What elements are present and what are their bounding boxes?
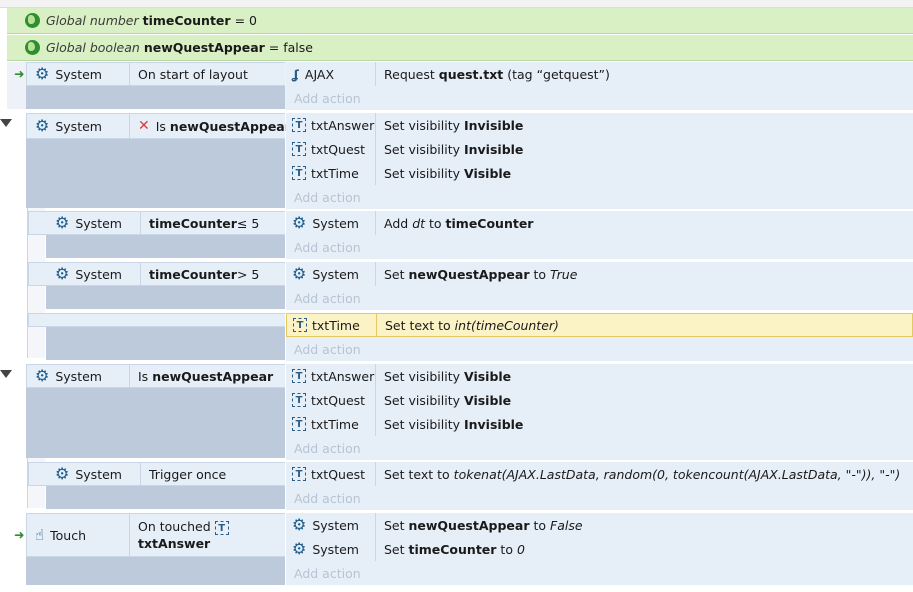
action-row[interactable]: ⚙ System Set timeCounter to 0 — [286, 537, 913, 561]
add-action-link[interactable]: Add action — [286, 86, 913, 110]
condition-spacer — [46, 486, 285, 509]
gear-icon: ⚙ — [292, 213, 307, 232]
text-object-icon: T — [293, 318, 307, 332]
condition-spacer — [26, 86, 285, 109]
gear-icon: ⚙ — [55, 213, 70, 232]
text-object-icon: T — [292, 142, 306, 156]
condition-row[interactable]: ⚙ System timeCounter > 5 — [28, 262, 285, 286]
add-action-link[interactable]: Add action — [286, 185, 913, 209]
text-object-icon: T — [292, 166, 306, 180]
condition-row[interactable]: ⚙ System timeCounter ≤ 5 — [28, 211, 285, 235]
action-row[interactable]: TtxtTime Set visibility Invisible — [286, 412, 913, 436]
condition-spacer — [26, 139, 285, 208]
action-row[interactable]: ⚙ System Set newQuestAppear to False — [286, 513, 913, 537]
action-row[interactable]: ʆ AJAX Request quest.txt (tag “getquest”) — [286, 62, 913, 86]
action-row[interactable]: TtxtTime Set visibility Visible — [286, 161, 913, 185]
add-action-link[interactable]: Add action — [286, 235, 913, 259]
condition-spacer — [46, 286, 285, 309]
condition-spacer — [26, 557, 285, 585]
action-row[interactable]: TtxtQuest Set visibility Visible — [286, 388, 913, 412]
action-row[interactable]: ⚙ System Add dt to timeCounter — [286, 211, 913, 235]
condition-row-empty[interactable] — [28, 313, 285, 327]
gear-icon: ⚙ — [292, 515, 307, 534]
add-action-link[interactable]: Add action — [286, 436, 913, 460]
condition-spacer — [46, 327, 285, 360]
trigger-arrow-icon: ➜ — [14, 66, 25, 81]
action-row[interactable]: TtxtAnswer Set visibility Visible — [286, 364, 913, 388]
text-object-icon: T — [292, 467, 306, 481]
action-row[interactable]: TtxtQuest Set visibility Invisible — [286, 137, 913, 161]
condition-spacer — [46, 235, 285, 258]
add-action-link[interactable]: Add action — [286, 561, 913, 585]
ajax-icon: ʆ — [292, 66, 299, 82]
gear-icon: ⚙ — [35, 64, 50, 83]
text-object-icon: T — [292, 393, 306, 407]
add-action-link[interactable]: Add action — [286, 486, 913, 510]
text-object-icon: T — [292, 369, 306, 383]
global-var-newquestappear[interactable]: Global boolean newQuestAppear = false — [7, 35, 913, 61]
action-row[interactable]: ⚙ System Set newQuestAppear to True — [286, 262, 913, 286]
action-row[interactable]: TtxtQuest Set text to tokenat(AJAX.LastD… — [286, 462, 913, 486]
gear-icon: ⚙ — [55, 264, 70, 283]
action-row-selected[interactable]: TtxtTime Set text to int(timeCounter) — [286, 313, 913, 337]
collapse-toggle-icon[interactable] — [0, 370, 12, 378]
collapse-toggle-icon[interactable] — [0, 119, 12, 127]
gear-icon: ⚙ — [55, 464, 70, 483]
condition-row[interactable]: ☝ Touch On touched T txtAnswer — [26, 513, 285, 557]
globe-icon — [25, 13, 40, 28]
text-object-icon: T — [292, 417, 306, 431]
condition-row[interactable]: ⚙ System ✕ Is newQuestAppear — [26, 113, 291, 139]
invert-x-icon: ✕ — [138, 118, 150, 134]
global-var-timecounter[interactable]: Global number timeCounter = 0 — [7, 8, 913, 34]
gear-icon: ⚙ — [292, 264, 307, 283]
add-action-link[interactable]: Add action — [286, 337, 913, 361]
gear-icon: ⚙ — [35, 116, 50, 135]
condition-row[interactable]: ⚙ System On start of layout — [26, 62, 285, 86]
touch-hand-icon: ☝ — [35, 526, 45, 544]
condition-spacer — [26, 388, 285, 458]
action-row[interactable]: TtxtAnswer Set visibility Invisible — [286, 113, 913, 137]
trigger-arrow-icon: ➜ — [14, 527, 25, 542]
gear-icon: ⚙ — [292, 539, 307, 558]
condition-row[interactable]: ⚙ System Trigger once — [28, 462, 285, 486]
globe-icon — [25, 40, 40, 55]
text-object-icon: T — [214, 521, 229, 535]
add-action-link[interactable]: Add action — [286, 286, 913, 310]
top-strip — [0, 0, 913, 8]
gear-icon: ⚙ — [35, 366, 50, 385]
condition-row[interactable]: ⚙ System Is newQuestAppear — [26, 364, 285, 388]
text-object-icon: T — [292, 118, 306, 132]
